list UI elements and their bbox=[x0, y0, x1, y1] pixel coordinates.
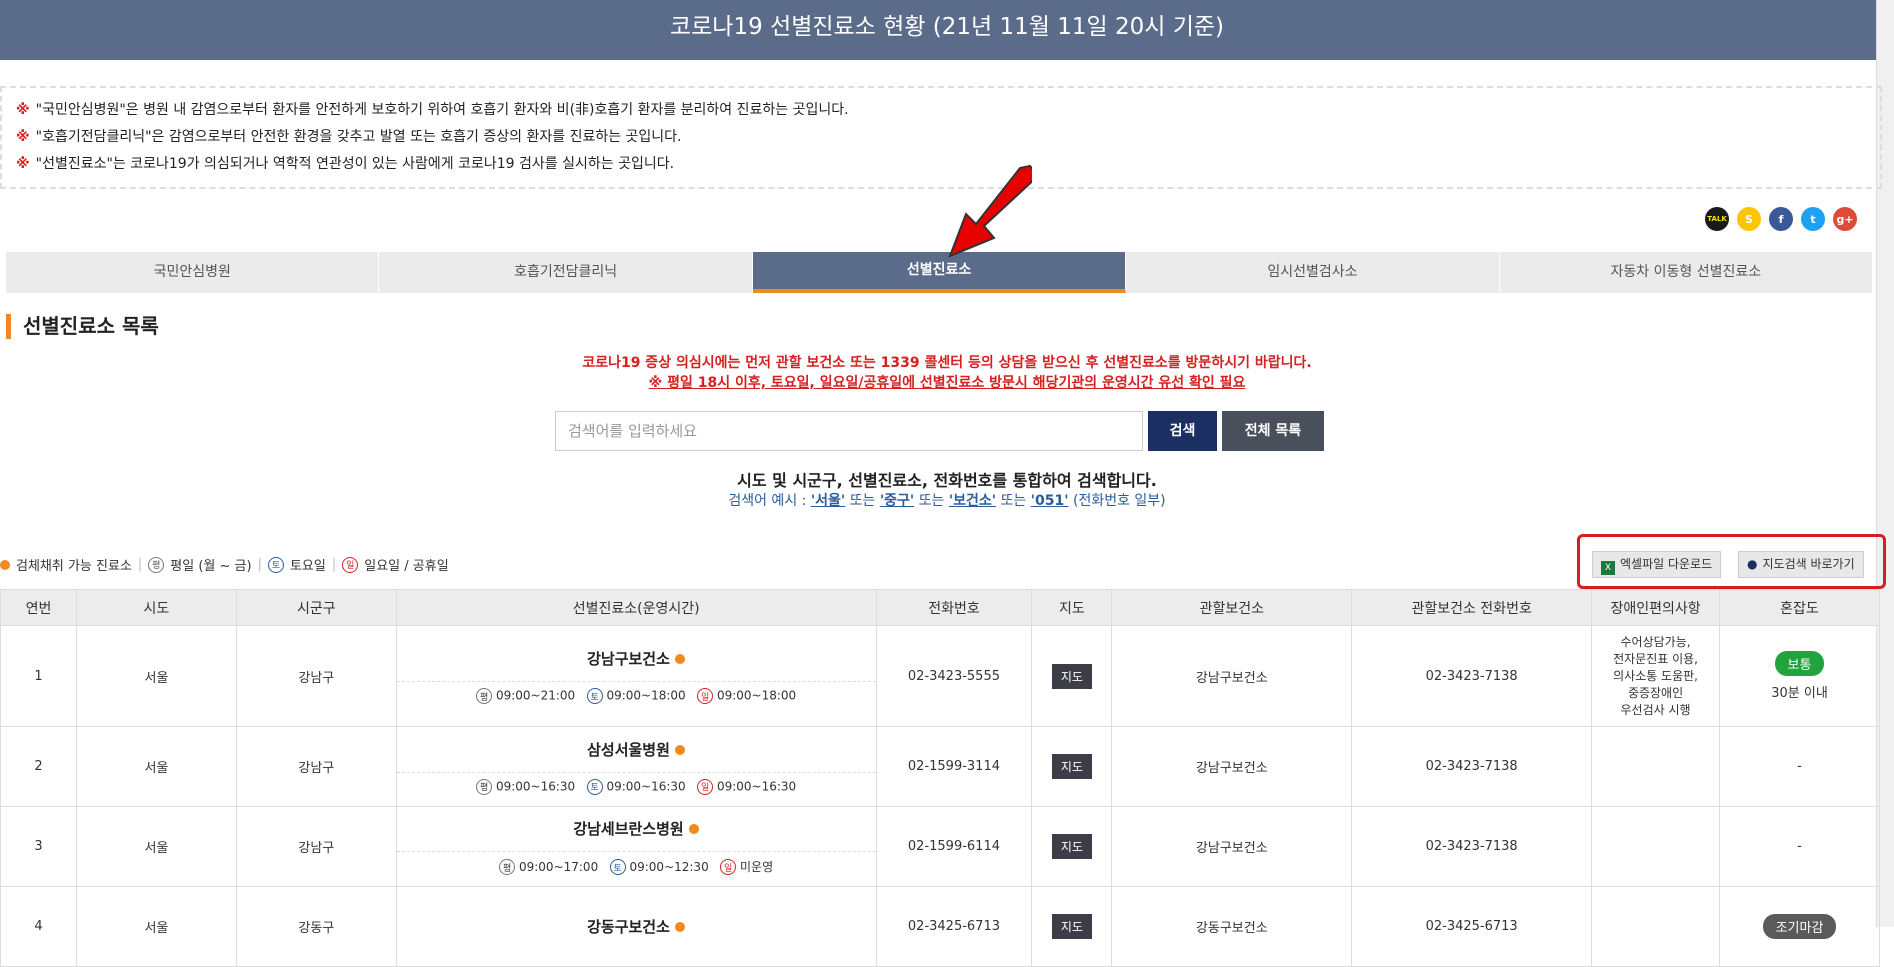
map-search-button[interactable]: ● 지도검색 바로가기 bbox=[1738, 551, 1864, 578]
table-row: 3 서울 강남구 강남세브란스병원 평 09:00~17:00 토 09:00~12… bbox=[0, 806, 1880, 887]
notice-1: ※ "국민안심병원"은 병원 내 감염으로부터 환자를 안전하게 보호하기 위하여… bbox=[16, 102, 849, 118]
excel-download-button[interactable]: X 엑셀파일 다운로드 bbox=[1592, 551, 1722, 578]
map-button[interactable]: 지도 bbox=[1051, 663, 1092, 689]
sample-dot-icon bbox=[0, 559, 10, 570]
sunday-icon: 일 bbox=[342, 556, 359, 573]
legend: 검체채취 가능 진료소 | 평 평일 (월 ~ 금) | 토 토요일 | 일 일요일 … bbox=[0, 555, 449, 574]
warning-text: 코로나19 증상 의심시에는 먼저 관할 보건소 또는 1339 콜센터 등의 … bbox=[582, 355, 1312, 371]
kakaotalk-icon[interactable]: TALK bbox=[1705, 207, 1729, 231]
example-051[interactable]: '051' bbox=[1031, 493, 1069, 509]
table-header: 연번 시도 시군구 선별진료소(운영시간) 전화번호 지도 관할보건소 관할보건소 전화번호 장… bbox=[0, 589, 1880, 626]
tab-respiratory-clinic[interactable]: 호흡기전담클리닉 bbox=[379, 252, 753, 293]
share-icons: TALK S f t g+ bbox=[1705, 207, 1857, 231]
example-junggu[interactable]: '중구' bbox=[880, 493, 914, 509]
tab-safe-hospital[interactable]: 국민안심병원 bbox=[6, 252, 380, 293]
map-button[interactable]: 지도 bbox=[1051, 834, 1092, 859]
kakaostory-icon[interactable]: S bbox=[1737, 207, 1761, 231]
example-seoul[interactable]: '서울' bbox=[811, 493, 845, 509]
example-health-center[interactable]: '보건소' bbox=[949, 493, 996, 509]
map-pin-icon: ● bbox=[1747, 557, 1758, 571]
search-button[interactable]: 검색 bbox=[1148, 411, 1217, 451]
search-examples: 검색어 예시 : '서울' 또는 '중구' 또는 '보건소' 또는 '051' … bbox=[728, 493, 1166, 509]
weekday-icon: 평 bbox=[148, 556, 165, 573]
tab-drive-through[interactable]: 자동차 이동형 선별진료소 bbox=[1499, 252, 1874, 293]
status-badge: 보통 bbox=[1774, 651, 1825, 676]
section-title: 선별진료소 목록 bbox=[6, 314, 159, 339]
googleplus-icon[interactable]: g+ bbox=[1833, 207, 1857, 231]
search-input[interactable]: 검색어를 입력하세요 bbox=[555, 411, 1143, 451]
saturday-icon: 토 bbox=[267, 556, 284, 573]
tools-box: X 엑셀파일 다운로드 ● 지도검색 바로가기 bbox=[1577, 534, 1886, 589]
table-row: 2 서울 강남구 삼성서울병원 평 09:00~16:30 토 09:00~16:3… bbox=[0, 726, 1880, 807]
tab-temp-testing[interactable]: 임시선별검사소 bbox=[1126, 252, 1500, 293]
twitter-icon[interactable]: t bbox=[1801, 207, 1825, 231]
notice-3: ※ "선별진료소"는 코로나19가 의심되거나 역학적 연관성이 있는 사람에게 … bbox=[16, 156, 675, 172]
category-tabs: 국민안심병원 호흡기전담클리닉 선별진료소 임시선별검사소 자동차 이동형 선별… bbox=[6, 252, 1874, 293]
search-hint: 시도 및 시군구, 선별진료소, 전화번호를 통합하여 검색합니다. bbox=[737, 471, 1157, 490]
clinic-table: 연번 시도 시군구 선별진료소(운영시간) 전화번호 지도 관할보건소 관할보건소 전화번호 장… bbox=[0, 589, 1880, 967]
notice-box: ※ "국민안심병원"은 병원 내 감염으로부터 환자를 안전하게 보호하기 위하여… bbox=[0, 86, 1882, 189]
notice-2: ※ "호흡기전담클리닉"은 감염으로부터 안전한 환경을 갖추고 발열 또는 호흡… bbox=[16, 129, 682, 145]
all-list-button[interactable]: 전체 목록 bbox=[1222, 411, 1324, 451]
tab-screening-clinic[interactable]: 선별진료소 bbox=[752, 252, 1127, 293]
facebook-icon[interactable]: f bbox=[1769, 207, 1793, 231]
excel-icon: X bbox=[1601, 561, 1615, 575]
page-header: 코로나19 선별진료소 현황 (21년 11월 11일 20시 기준) bbox=[0, 0, 1894, 60]
table-row: 1 서울 강남구 강남구보건소 평 09:00~21:00 토 09:00~18:0… bbox=[0, 625, 1880, 727]
sample-dot-icon bbox=[675, 654, 686, 664]
annotation-arrow-icon bbox=[948, 164, 1032, 258]
map-button[interactable]: 지도 bbox=[1051, 754, 1092, 779]
warning-hours: ※ 평일 18시 이후, 토요일, 일요일/공휴일에 선별진료소 방문시 해당기… bbox=[648, 375, 1246, 391]
